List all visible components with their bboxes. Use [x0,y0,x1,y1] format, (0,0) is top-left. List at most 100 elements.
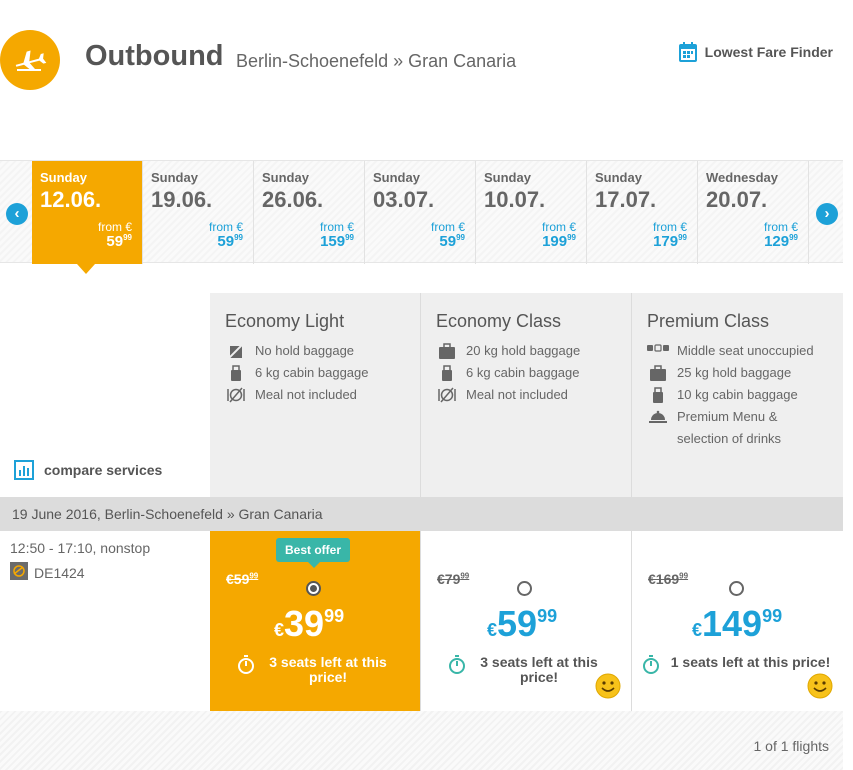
date-price: 17999 [653,233,687,250]
fare-premium[interactable]: €16999 €14999 1 seats left at this price… [631,531,843,711]
fare-price: €3999 [274,603,345,644]
date-tab-20-07[interactable]: Wednesday 20.07. from € 12999 [698,161,809,264]
date-weekday: Sunday [595,170,642,185]
flight-number: DE1424 [34,564,85,581]
date-tab-17-07[interactable]: Sunday 17.07. from € 17999 [587,161,698,264]
date-price: 12999 [764,233,798,250]
date-from-label: from € [319,220,354,234]
chart-icon [14,460,34,480]
calendar-icon [678,42,697,62]
cabin-bag-icon [436,362,458,381]
date-tab-03-07[interactable]: Sunday 03.07. from € 5999 [365,161,476,264]
airline-logo-icon [10,562,28,583]
flight-date-bar: 19 June 2016, Berlin-Schoenefeld » Gran … [0,497,843,531]
cabin-bag-icon [647,384,669,403]
date-from-label: from € [763,220,798,234]
feature-item: 6 kg cabin baggage [436,362,616,384]
date-price: 19999 [542,233,576,250]
feature-item: Middle seat unoccupied [647,340,828,362]
date-weekday: Sunday [484,170,531,185]
next-dates-button[interactable]: › [816,203,838,225]
date-weekday: Wednesday [706,170,779,185]
class-premium: Premium Class Middle seat unoccupied 25 … [631,293,843,497]
date-from-label: from € [208,220,243,234]
no-meal-icon [436,384,458,403]
fare-price: €14999 [692,603,783,644]
middle-seat-icon [647,340,669,353]
fare-radio[interactable] [729,581,744,596]
class-economy: Economy Class 20 kg hold baggage 6 kg ca… [420,293,631,497]
feature-item: 10 kg cabin baggage [647,384,828,406]
date-weekday: Sunday [373,170,420,185]
date-value: 19.06. [151,187,213,212]
flight-times: 12:50 - 17:10, nonstop [10,540,151,556]
date-value: 12.06. [40,187,102,212]
date-value: 20.07. [706,187,768,212]
lowest-fare-finder-link[interactable]: Lowest Fare Finder [678,42,833,62]
feature-item: 25 kg hold baggage [647,362,828,384]
compare-services-link[interactable]: compare services [14,460,162,480]
date-weekday: Sunday [262,170,309,185]
no-baggage-icon [225,340,247,359]
class-title: Premium Class [647,311,770,331]
fare-radio[interactable] [517,581,532,596]
results-count: 1 of 1 flights [753,738,830,754]
fare-economy-light[interactable]: Best offer €5999 €3999 3 seats left at t… [210,531,420,711]
date-price: 5999 [439,233,465,250]
fare-price: €5999 [487,603,558,644]
route-subtitle: Berlin-Schoenefeld » Gran Canaria [236,51,517,71]
date-from-label: from € [430,220,465,234]
timer-icon [237,655,255,685]
feature-item: 20 kg hold baggage [436,340,616,362]
hold-baggage-icon [647,362,669,381]
old-price: €5999 [226,571,259,587]
premium-menu-icon [647,406,669,425]
date-value: 17.07. [595,187,657,212]
class-title: Economy Light [225,311,345,331]
hold-baggage-icon [436,340,458,359]
date-price: 5999 [106,233,132,250]
date-tab-19-06[interactable]: Sunday 19.06. from € 5999 [143,161,254,264]
prev-dates-button[interactable]: ‹ [6,203,28,225]
fare-radio[interactable] [306,581,321,596]
date-value: 26.06. [262,187,324,212]
date-tab-12-06[interactable]: Sunday 12.06. from € 5999 [32,161,143,274]
seats-left: 3 seats left at this price! [210,655,420,685]
date-price: 15999 [320,233,354,250]
timer-icon [448,655,466,685]
date-price: 5999 [217,233,243,250]
old-price: €16999 [648,571,689,587]
no-meal-icon [225,384,247,403]
compare-services-label: compare services [44,462,163,478]
lowest-fare-finder-label: Lowest Fare Finder [704,44,833,60]
best-offer-badge: Best offer [276,538,351,568]
date-weekday: Sunday [151,170,198,185]
date-from-label: from € [97,220,132,234]
flight-number-row: DE1424 [10,562,150,583]
feature-item: Premium Menu & selection of drinks [647,406,828,450]
old-price: €7999 [437,571,470,587]
date-value: 10.07. [484,187,546,212]
page-title: Outbound [85,40,224,72]
fare-economy[interactable]: €7999 €5999 3 seats left at this price! [420,531,631,711]
class-title: Economy Class [436,311,562,331]
timer-icon [642,655,660,678]
feature-item: 6 kg cabin baggage [225,362,405,384]
date-tab-10-07[interactable]: Sunday 10.07. from € 19999 [476,161,587,264]
feature-item: Meal not included [225,384,405,406]
smiley-icon [595,673,621,704]
class-economy-light: Economy Light No hold baggage 6 kg cabin… [210,293,420,497]
date-tab-26-06[interactable]: Sunday 26.06. from € 15999 [254,161,365,264]
date-strip: ‹ Sunday 12.06. from € 5999 Sunday 19.06… [0,160,843,274]
date-from-label: from € [541,220,576,234]
feature-item: Meal not included [436,384,616,406]
smiley-icon [807,673,833,704]
logo-plane-icon [0,30,60,90]
flight-info: 12:50 - 17:10, nonstop DE1424 [10,540,150,583]
date-weekday: Sunday [40,170,87,185]
feature-item: No hold baggage [225,340,405,362]
date-value: 03.07. [373,187,435,212]
results-footer [0,711,843,770]
cabin-bag-icon [225,362,247,381]
date-from-label: from € [652,220,687,234]
